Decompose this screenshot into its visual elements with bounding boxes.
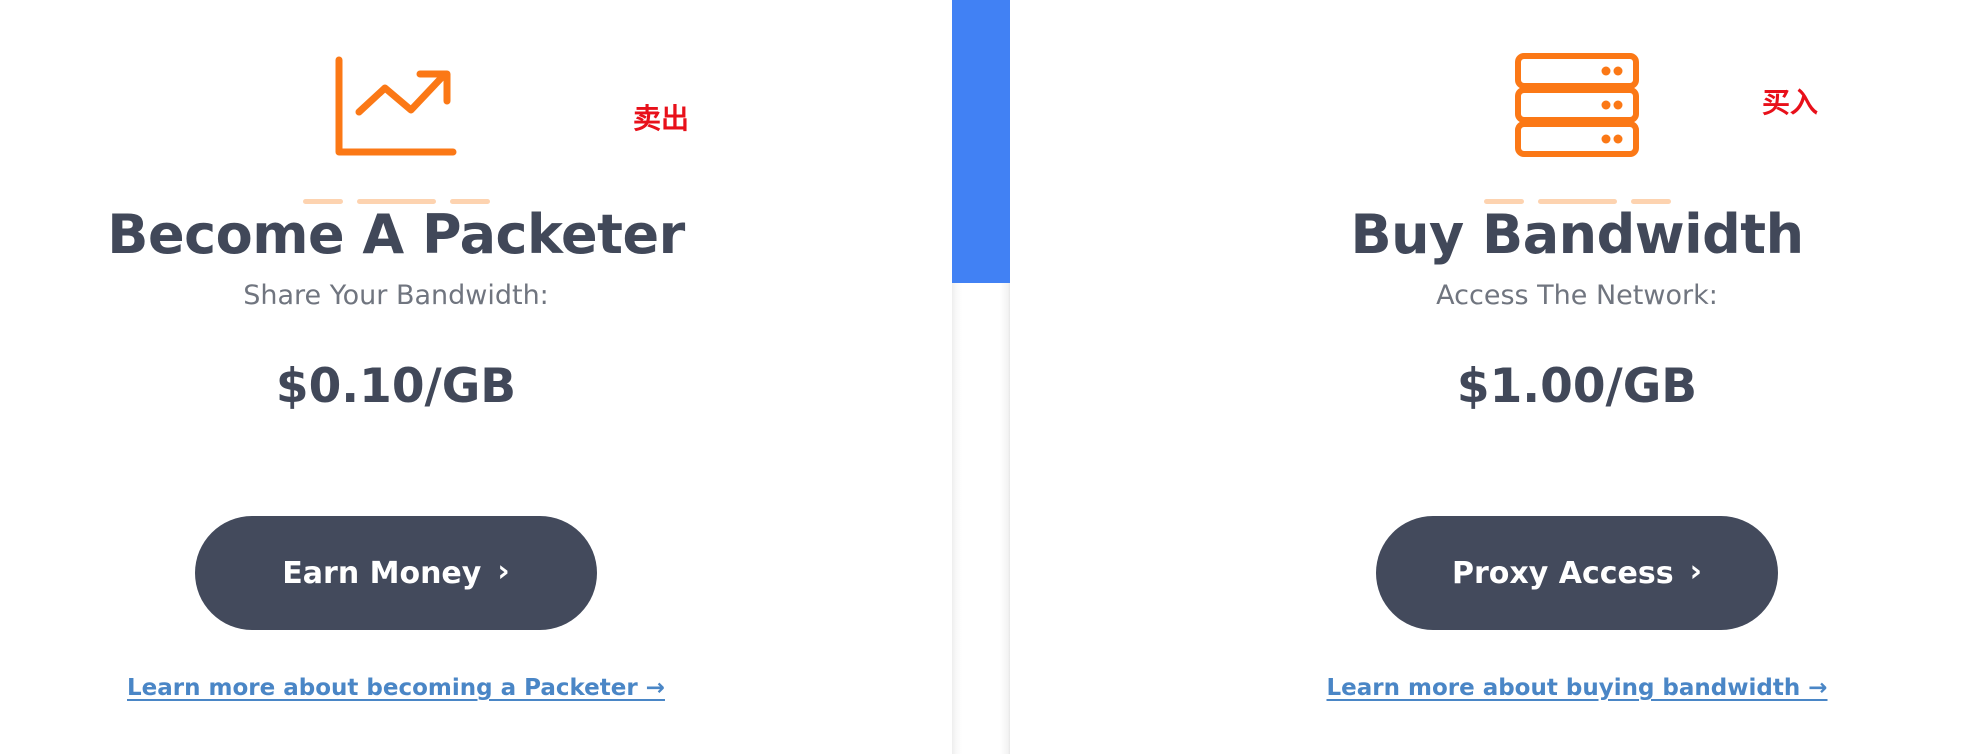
- buy-bandwidth-card-content: Buy Bandwidth Access The Network: $1.00/…: [1197, 0, 1957, 754]
- button-label: Earn Money: [282, 555, 482, 591]
- learn-more-container: Learn more about buying bandwidth →: [1197, 672, 1957, 706]
- price-label: $1.00/GB: [1456, 359, 1698, 414]
- divider-scroll-thumb[interactable]: [952, 0, 1012, 283]
- button-label: Proxy Access: [1452, 555, 1674, 591]
- annotation-buy: 买入: [1762, 86, 1819, 119]
- proxy-access-button[interactable]: Proxy Access ›: [1376, 516, 1778, 630]
- chevron-right-icon: ›: [1689, 554, 1702, 589]
- buy-bandwidth-card: Buy Bandwidth Access The Network: $1.00/…: [1010, 0, 1976, 754]
- annotation-sell: 卖出: [633, 102, 690, 135]
- learn-more-bandwidth-link[interactable]: Learn more about buying bandwidth →: [1326, 675, 1827, 701]
- card-title: Become A Packeter: [107, 203, 685, 266]
- chevron-right-icon: ›: [497, 554, 510, 589]
- server-stack-icon: [1197, 52, 1957, 162]
- card-subtitle: Access The Network:: [1436, 280, 1718, 311]
- card-title: Buy Bandwidth: [1350, 203, 1804, 266]
- earn-money-button[interactable]: Earn Money ›: [195, 516, 597, 630]
- card-subtitle: Share Your Bandwidth:: [243, 280, 549, 311]
- packeter-card: Become A Packeter Share Your Bandwidth: …: [0, 0, 952, 754]
- learn-more-container: Learn more about becoming a Packeter →: [16, 672, 776, 706]
- price-label: $0.10/GB: [275, 359, 517, 414]
- learn-more-packeter-link[interactable]: Learn more about becoming a Packeter →: [127, 675, 665, 701]
